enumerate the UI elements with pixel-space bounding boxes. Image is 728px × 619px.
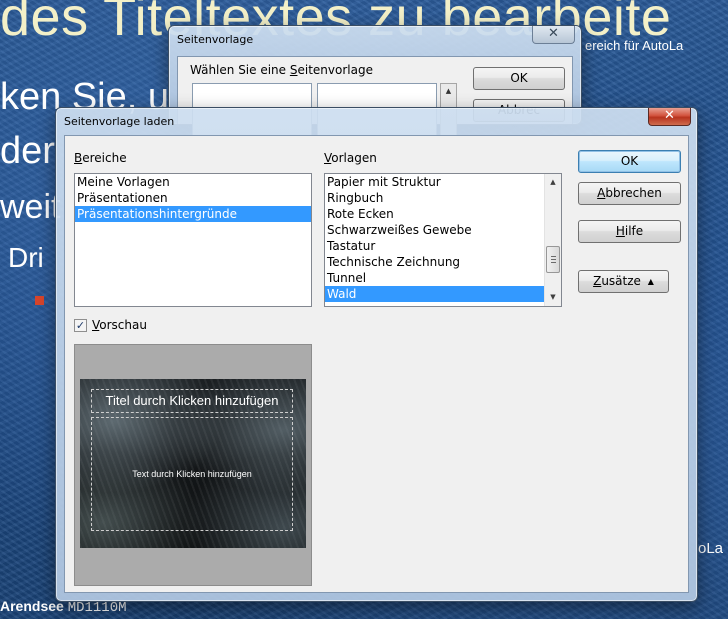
expand-toggle-icon: ▲ <box>647 277 654 286</box>
slide-body-line-4: Dri <box>8 242 44 273</box>
slide-body-line-3: weit <box>0 188 61 226</box>
dialog-client-area: Bereiche Meine Vorlagen Präsentationen P… <box>64 135 689 593</box>
scroll-up-arrow-icon[interactable]: ▲ <box>545 174 561 191</box>
bereiche-label-rest: ereiche <box>82 151 127 165</box>
list-item[interactable]: Präsentationen <box>75 190 311 206</box>
footer-name: Arendsee <box>0 598 64 614</box>
vorlagen-scrollbar[interactable]: ▲ ▼ <box>544 174 561 306</box>
list-item[interactable]: Tastatur <box>325 238 544 254</box>
list-item[interactable]: Rote Ecken <box>325 206 544 222</box>
checkmark-icon: ✓ <box>75 319 86 332</box>
select-template-label: Wählen Sie eine Seitenvorlage <box>190 63 373 77</box>
load-template-dialog: Seitenvorlage laden ✕ Bereiche Meine Vor… <box>55 107 698 602</box>
footer-code: MD1110M <box>67 600 127 616</box>
dialog-title: Seitenvorlage <box>177 33 254 46</box>
close-icon: ✕ <box>548 26 559 41</box>
hilfe-button[interactable]: Hilfe <box>578 220 681 243</box>
vorlagen-list[interactable]: Papier mit Struktur Ringbuch Rote Ecken … <box>324 173 562 307</box>
close-button[interactable]: ✕ <box>648 108 691 126</box>
list-item[interactable]: Meine Vorlagen <box>75 174 311 190</box>
ok-button[interactable]: OK <box>578 150 681 173</box>
zusaetze-button[interactable]: Zusätze ▲ <box>578 270 669 293</box>
close-button[interactable]: ✕ <box>532 26 575 44</box>
close-icon: ✕ <box>664 108 675 123</box>
list-item[interactable]: Tunnel <box>325 270 544 286</box>
preview-body-placeholder: Text durch Klicken hinzufügen <box>91 417 293 531</box>
hilfe-label: ilfe <box>624 224 644 238</box>
abbrechen-label: bbrechen <box>605 186 662 200</box>
slide-bullet-icon <box>35 296 44 305</box>
vorschau-label: Vorschau <box>92 318 147 332</box>
dialog-title: Seitenvorlage laden <box>64 115 175 128</box>
bereiche-list[interactable]: Meine Vorlagen Präsentationen Präsentati… <box>74 173 312 307</box>
ok-button[interactable]: OK <box>473 67 565 90</box>
zusaetze-label: usätze <box>601 274 641 288</box>
vorlagen-label: Vorlagen <box>324 151 377 165</box>
slide-body-line-2: der <box>0 130 55 172</box>
slide-footer-placeholder: oLa <box>698 540 724 557</box>
scroll-thumb[interactable] <box>546 246 560 273</box>
vorschau-label-rest: orschau <box>99 318 147 332</box>
list-item[interactable]: Papier mit Struktur <box>325 174 544 190</box>
slide-placeholder-text: ereich für AutoLa <box>585 38 684 53</box>
list-item[interactable]: Technische Zeichnung <box>325 254 544 270</box>
vorlagen-label-rest: orlagen <box>331 151 377 165</box>
list-item[interactable]: Präsentationshintergründe <box>75 206 311 222</box>
vorschau-checkbox[interactable]: ✓ <box>74 319 87 332</box>
preview-slide-image: Titel durch Klicken hinzufügen Text durc… <box>80 379 306 548</box>
list-item[interactable]: Wald <box>325 286 544 302</box>
list-item[interactable]: Schwarzweißes Gewebe <box>325 222 544 238</box>
abbrechen-button[interactable]: Abbrechen <box>578 182 681 205</box>
preview-panel: Titel durch Klicken hinzufügen Text durc… <box>74 344 312 586</box>
list-item[interactable]: Ringbuch <box>325 190 544 206</box>
preview-title-placeholder: Titel durch Klicken hinzufügen <box>91 389 293 413</box>
scroll-down-arrow-icon[interactable]: ▼ <box>545 289 561 306</box>
bereiche-label: Bereiche <box>74 151 127 165</box>
